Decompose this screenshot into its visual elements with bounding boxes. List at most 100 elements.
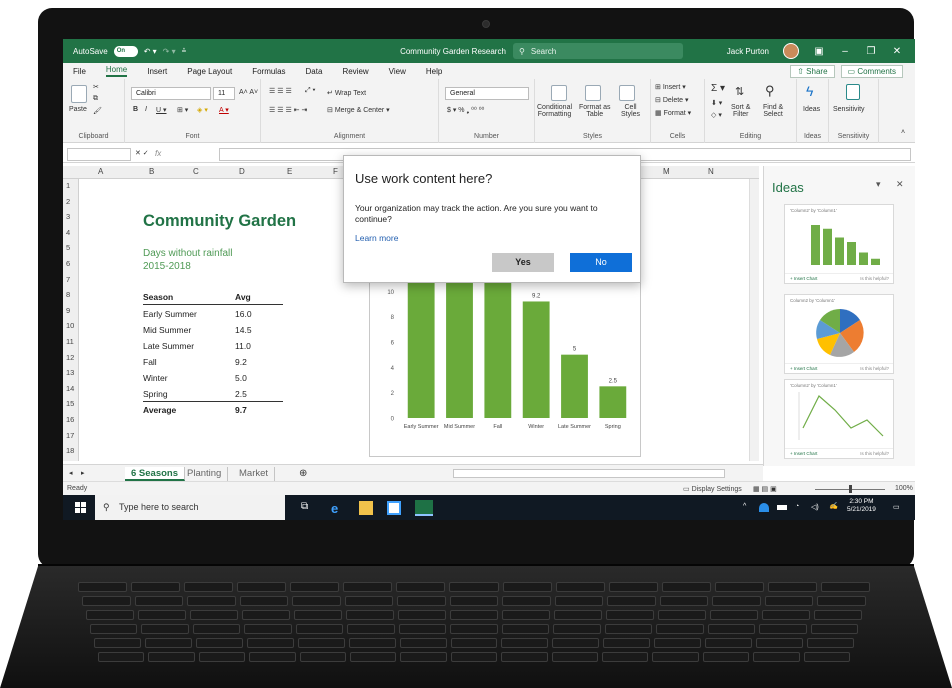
search-box[interactable]: ⚲ Search <box>513 43 683 59</box>
conditional-formatting-icon[interactable] <box>551 85 567 101</box>
row-header[interactable]: 13 <box>66 368 74 377</box>
bar[interactable] <box>407 266 435 418</box>
formula-cancel-confirm-icons[interactable]: ✕ ✓ <box>135 149 149 157</box>
row-header[interactable]: 9 <box>66 306 70 315</box>
windows-start-icon[interactable] <box>75 502 86 513</box>
row-header[interactable]: 6 <box>66 259 70 268</box>
sort-filter-icon[interactable]: ⇅ <box>735 85 744 98</box>
customize-qat-icon[interactable]: ⩮ <box>182 46 187 56</box>
tab-file[interactable]: File <box>73 67 86 76</box>
row-header[interactable]: 14 <box>66 384 74 393</box>
font-color-icon[interactable]: A ▾ <box>219 106 229 114</box>
insert-chart-link[interactable]: + Insert Chart <box>790 451 817 456</box>
insert-chart-link[interactable]: + Insert Chart <box>790 366 817 371</box>
tab-insert[interactable]: Insert <box>147 67 167 76</box>
horizontal-scrollbar[interactable] <box>453 469 725 478</box>
font-size-dropdown[interactable]: 11 <box>213 87 235 100</box>
store-icon[interactable] <box>387 501 401 515</box>
number-format-icons[interactable]: $ ▾ % ❟ ⁰⁰ ⁰⁰ <box>447 106 484 115</box>
paste-label[interactable]: Paste <box>69 106 87 113</box>
embedded-bar-chart[interactable]: 024681012Early SummerMid SummerFall11Win… <box>369 257 641 457</box>
orientation-icon[interactable]: ⤢ ▾ <box>305 87 316 95</box>
find-select-icon[interactable]: ⚲ <box>765 83 775 99</box>
sheet-tab-planting[interactable]: Planting <box>181 467 229 481</box>
row-header[interactable]: 3 <box>66 212 70 221</box>
bar[interactable] <box>522 301 550 418</box>
idea-card-line[interactable]: 'Column2' by 'Column1' + Insert Chart Is… <box>784 379 894 459</box>
sheet-nav-prev-icon[interactable]: ◂ <box>69 469 73 477</box>
tab-data[interactable]: Data <box>306 67 323 76</box>
row-header[interactable]: 5 <box>66 243 70 252</box>
column-header[interactable]: D <box>239 167 245 176</box>
tray-chevron-icon[interactable]: ^ <box>743 503 746 510</box>
row-header[interactable]: 2 <box>66 197 70 206</box>
cell-styles-icon[interactable] <box>619 85 635 101</box>
taskbar-search-box[interactable]: ⚲ Type here to search <box>95 495 285 520</box>
volume-icon[interactable]: ◁) <box>811 503 819 511</box>
underline-icon[interactable]: U ▾ <box>156 106 167 114</box>
italic-icon[interactable]: I <box>145 106 147 113</box>
learn-more-link[interactable]: Learn more <box>355 233 398 243</box>
table-row[interactable]: Spring 2.5 <box>143 389 283 401</box>
sheet-tab-market[interactable]: Market <box>233 467 276 481</box>
file-explorer-icon[interactable] <box>359 501 373 515</box>
cell-styles-button[interactable]: Cell Styles <box>621 104 640 118</box>
delete-cells-button[interactable]: ⊟ Delete ▾ <box>655 96 689 104</box>
pane-options-icon[interactable]: ▾ <box>876 179 881 190</box>
row-header[interactable]: 18 <box>66 446 74 455</box>
average-row[interactable]: Average 9.7 <box>143 405 283 417</box>
share-button[interactable]: ⇧ Share <box>790 65 835 78</box>
row-header[interactable]: 11 <box>66 337 74 346</box>
row-header[interactable]: 16 <box>66 415 74 424</box>
helpful-link[interactable]: Is this helpful? <box>860 451 889 456</box>
idea-card-pie[interactable]: Column2 by 'Column1' + Insert Chart Is t… <box>784 294 894 374</box>
sheet-subtitle-1[interactable]: Days without rainfall <box>143 248 232 259</box>
onedrive-icon[interactable] <box>759 503 769 512</box>
bold-icon[interactable]: B <box>133 106 138 113</box>
tab-review[interactable]: Review <box>342 67 368 76</box>
merge-center-button[interactable]: ⊟ Merge & Center ▾ <box>327 106 390 114</box>
insert-chart-link[interactable]: + Insert Chart <box>790 276 817 281</box>
row-header[interactable]: 17 <box>66 431 74 440</box>
cut-icon[interactable]: ✂ <box>93 83 99 91</box>
close-icon[interactable]: ✕ <box>891 46 903 57</box>
insert-cells-button[interactable]: ⊞ Insert ▾ <box>655 83 686 91</box>
zoom-slider-thumb[interactable] <box>849 485 852 493</box>
close-pane-icon[interactable]: ✕ <box>896 179 904 190</box>
copy-icon[interactable]: ⧉ <box>93 95 98 103</box>
font-name-dropdown[interactable]: Calibri <box>131 87 211 100</box>
sheet-tab-6-seasons[interactable]: 6 Seasons <box>125 467 185 481</box>
helpful-link[interactable]: Is this helpful? <box>860 276 889 281</box>
tab-formulas[interactable]: Formulas <box>252 67 285 76</box>
collapse-ribbon-icon[interactable]: ˄ <box>901 129 905 136</box>
network-icon[interactable]: ◔ <box>795 503 799 510</box>
sheet-subtitle-2[interactable]: 2015-2018 <box>143 261 191 272</box>
yes-button[interactable]: Yes <box>492 253 554 272</box>
action-center-icon[interactable]: ▭ <box>893 503 900 511</box>
format-painter-icon[interactable]: 🖌 <box>93 107 102 115</box>
row-header[interactable]: 7 <box>66 275 70 284</box>
minimize-icon[interactable]: – <box>839 46 851 57</box>
idea-card-bar[interactable]: 'Column2' by 'Column1' + Insert Chart Is… <box>784 204 894 284</box>
find-select-button[interactable]: Find & Select <box>763 104 783 118</box>
conditional-formatting-button[interactable]: Conditional Formatting <box>537 104 572 118</box>
row-header[interactable]: 8 <box>66 290 70 299</box>
helpful-link[interactable]: Is this helpful? <box>860 366 889 371</box>
taskbar-clock[interactable]: 2:30 PM 5/21/2019 <box>847 498 876 514</box>
redo-icon[interactable]: ↷ ▾ <box>163 47 176 56</box>
paste-icon[interactable] <box>71 85 87 103</box>
edge-browser-icon[interactable]: e <box>331 501 345 516</box>
avatar[interactable] <box>783 43 799 59</box>
table-row[interactable]: Late Summer 11.0 <box>143 341 283 353</box>
sheet-nav-next-icon[interactable]: ▸ <box>81 469 85 477</box>
format-as-table-button[interactable]: Format as Table <box>579 104 611 118</box>
table-row[interactable]: Winter 5.0 <box>143 373 283 385</box>
row-header[interactable]: 12 <box>66 353 74 362</box>
column-header[interactable]: F <box>333 167 338 176</box>
clear-icon[interactable]: ◇ ▾ <box>711 111 722 119</box>
column-header[interactable]: B <box>149 167 154 176</box>
tab-page-layout[interactable]: Page Layout <box>187 67 232 76</box>
bar[interactable] <box>599 386 627 418</box>
ideas-icon[interactable]: ϟ <box>806 83 813 99</box>
table-header-row[interactable]: Season Avg <box>143 292 283 304</box>
